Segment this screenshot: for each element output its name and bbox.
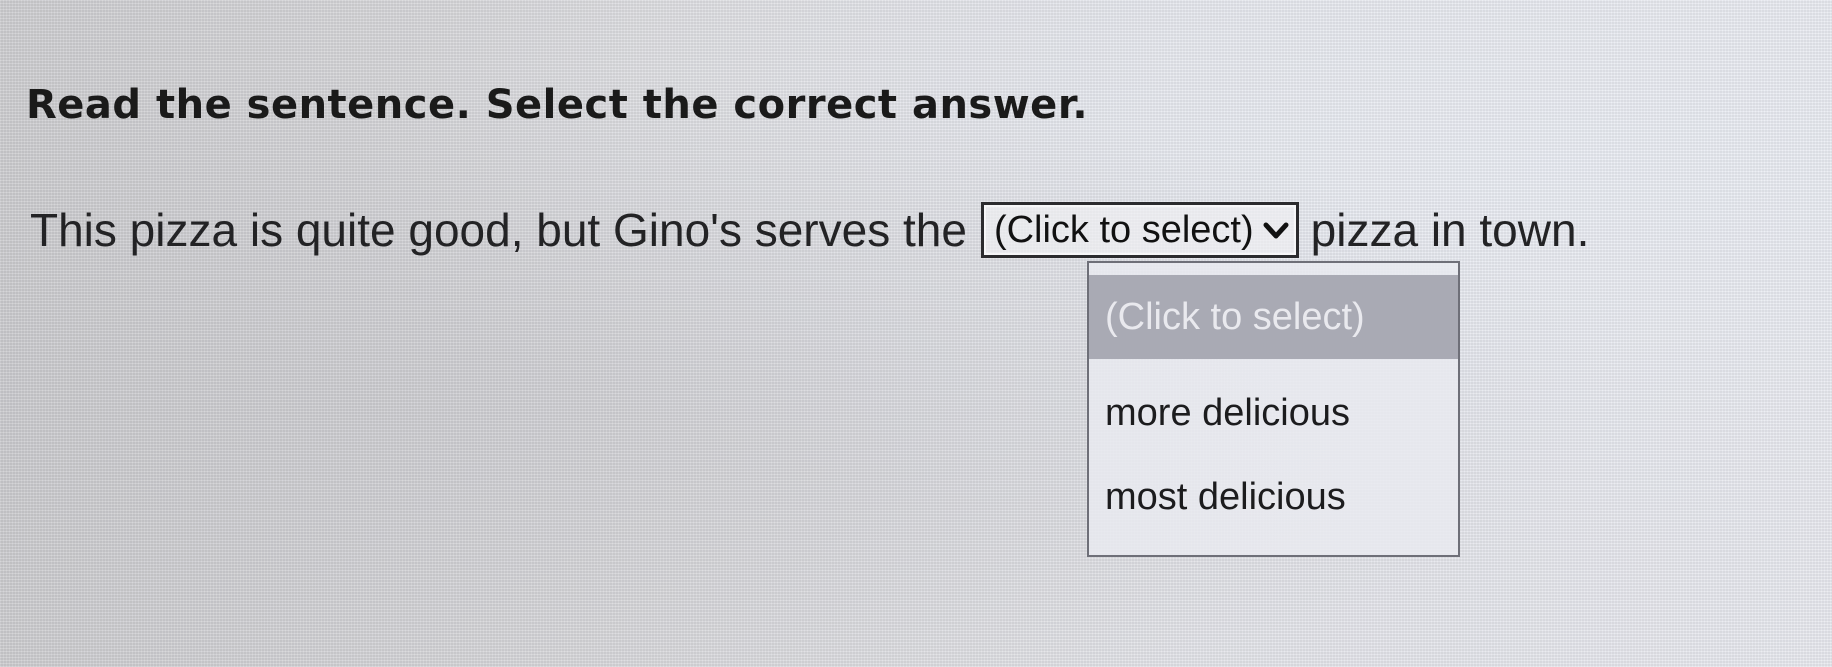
answer-select[interactable]: (Click to select): [980, 202, 1299, 258]
instruction-heading: Read the sentence. Select the correct an…: [26, 82, 1089, 128]
select-current-value: (Click to select): [993, 208, 1254, 251]
question-sentence: This pizza is quite good, but Gino's ser…: [30, 200, 1589, 260]
answer-dropdown-list: (Click to select) more delicious most de…: [1087, 261, 1460, 557]
dropdown-option-most-delicious[interactable]: most delicious: [1089, 455, 1458, 539]
sentence-after-text: pizza in town.: [1310, 204, 1590, 256]
chevron-down-icon: [1263, 222, 1289, 239]
sentence-before-text: This pizza is quite good, but Gino's ser…: [30, 204, 967, 256]
dropdown-option-more-delicious[interactable]: more delicious: [1089, 371, 1458, 455]
dropdown-option-placeholder[interactable]: (Click to select): [1089, 275, 1458, 359]
